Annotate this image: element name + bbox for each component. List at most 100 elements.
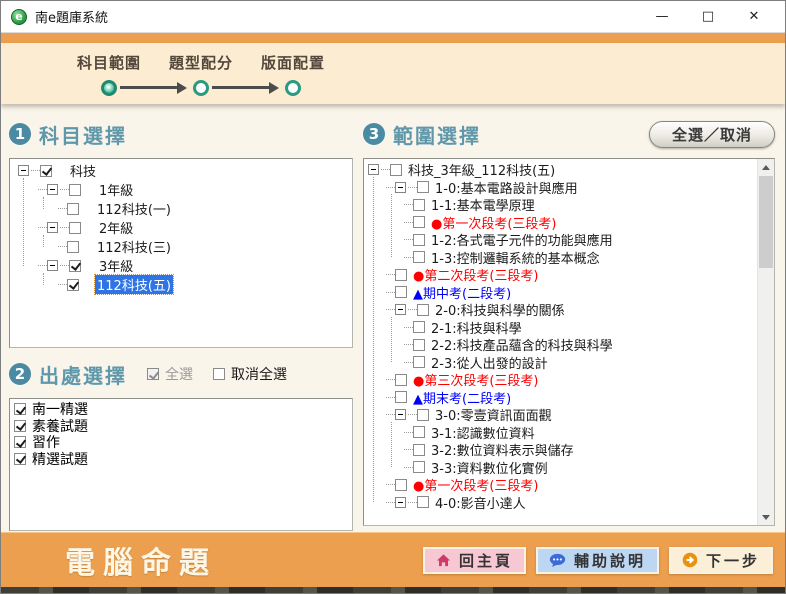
tree-checkbox[interactable]	[395, 479, 407, 491]
source-list-item[interactable]: 素養試題	[14, 418, 348, 435]
source-item-checkbox[interactable]	[14, 403, 26, 415]
tree-item-label[interactable]: ●第二次段考(三段考)	[411, 265, 541, 284]
tree-collapse-icon[interactable]	[395, 497, 406, 508]
deselect-all-checkbox[interactable]: 取消全選	[213, 364, 287, 384]
tree-row[interactable]: 112科技(一)	[10, 199, 352, 218]
subject-tree[interactable]: 科技1年級112科技(一)2年級112科技(三)3年級112科技(五)	[9, 158, 353, 348]
tree-item-label[interactable]: 3-1:認識數位資料	[429, 423, 537, 442]
tree-checkbox[interactable]	[413, 216, 425, 228]
tree-checkbox[interactable]	[69, 222, 81, 234]
tree-row[interactable]: 1-1:基本電學原理	[364, 196, 754, 214]
tree-checkbox[interactable]	[67, 241, 79, 253]
tree-checkbox[interactable]	[413, 199, 425, 211]
tree-item-label[interactable]: 2-2:科技產品蘊含的科技與科學	[429, 335, 615, 354]
tree-item-label[interactable]: ●第一次段考(三段考)	[411, 475, 541, 494]
tree-checkbox[interactable]	[395, 269, 407, 281]
tree-item-label[interactable]: 1-1:基本電學原理	[429, 195, 537, 214]
tree-checkbox[interactable]	[395, 391, 407, 403]
tree-checkbox[interactable]	[69, 260, 81, 272]
tree-collapse-icon[interactable]	[395, 182, 406, 193]
tree-collapse-icon[interactable]	[395, 304, 406, 315]
tree-item-label[interactable]: 1-0:基本電路設計與應用	[433, 178, 580, 197]
source-list[interactable]: 南一精選素養試題習作精選試題	[9, 398, 353, 531]
tree-item-label[interactable]: 112科技(五)	[95, 275, 173, 294]
tree-checkbox[interactable]	[390, 164, 402, 176]
tree-item-label[interactable]: 3-2:數位資料表示與儲存	[429, 440, 576, 459]
scrollbar-thumb[interactable]	[759, 176, 773, 268]
tree-row[interactable]: 3-0:零壹資訊面面觀	[364, 406, 754, 424]
scrollbar-down-icon[interactable]	[758, 509, 774, 525]
tree-checkbox[interactable]	[413, 321, 425, 333]
tree-row[interactable]: 1-0:基本電路設計與應用	[364, 179, 754, 197]
tree-checkbox[interactable]	[413, 426, 425, 438]
tree-collapse-icon[interactable]	[18, 165, 29, 176]
deselect-all-checkbox-icon[interactable]	[213, 368, 225, 380]
tree-checkbox[interactable]	[413, 444, 425, 456]
tree-row[interactable]: ▲期末考(二段考)	[364, 389, 754, 407]
home-button[interactable]: 回主頁	[423, 547, 526, 574]
tree-item-label[interactable]: 2-3:從人出發的設計	[429, 353, 550, 372]
tree-checkbox[interactable]	[417, 181, 429, 193]
tree-item-label[interactable]: ●第三次段考(三段考)	[411, 370, 541, 389]
minimize-button[interactable]: —	[647, 5, 677, 29]
toggle-all-button[interactable]: 全選／取消	[649, 121, 775, 148]
tree-row[interactable]: 科技_3年級_112科技(五)	[364, 161, 754, 179]
tree-row[interactable]: 科技	[10, 161, 352, 180]
tree-checkbox[interactable]	[413, 251, 425, 263]
range-tree[interactable]: 科技_3年級_112科技(五)1-0:基本電路設計與應用1-1:基本電學原理●第…	[364, 161, 754, 525]
tree-row[interactable]: 3-2:數位資料表示與儲存	[364, 441, 754, 459]
tree-item-label[interactable]: 1-2:各式電子元件的功能與應用	[429, 230, 615, 249]
close-button[interactable]: ✕	[739, 5, 769, 29]
tree-row[interactable]: 3-3:資料數位化實例	[364, 459, 754, 477]
tree-row[interactable]: 3-1:認識數位資料	[364, 424, 754, 442]
tree-collapse-icon[interactable]	[368, 164, 379, 175]
tree-row[interactable]: 2-2:科技產品蘊含的科技與科學	[364, 336, 754, 354]
tree-item-label[interactable]: 科技	[68, 161, 98, 180]
tree-checkbox[interactable]	[413, 234, 425, 246]
tree-collapse-icon[interactable]	[47, 184, 58, 195]
select-all-checkbox-icon[interactable]	[147, 368, 159, 380]
tree-item-label[interactable]: 2年級	[97, 218, 135, 237]
tree-item-label[interactable]: 科技_3年級_112科技(五)	[406, 160, 557, 179]
tree-checkbox[interactable]	[413, 339, 425, 351]
source-list-item[interactable]: 精選試題	[14, 451, 348, 468]
tree-row[interactable]: ●第一次段考(三段考)	[364, 214, 754, 232]
source-item-checkbox[interactable]	[14, 453, 26, 465]
tree-checkbox[interactable]	[67, 203, 79, 215]
source-item-checkbox[interactable]	[14, 436, 26, 448]
tree-item-label[interactable]: 3-3:資料數位化實例	[429, 458, 550, 477]
tree-row[interactable]: 4-0:影音小達人	[364, 494, 754, 512]
tree-checkbox[interactable]	[40, 165, 52, 177]
tree-checkbox[interactable]	[67, 279, 79, 291]
tree-checkbox[interactable]	[417, 304, 429, 316]
next-step-button[interactable]: 下一步	[669, 547, 773, 574]
tree-item-label[interactable]: 2-0:科技與科學的關係	[433, 300, 567, 319]
tree-item-label[interactable]: 3-0:零壹資訊面面觀	[433, 405, 554, 424]
tree-item-label[interactable]: 1-3:控制邏輯系統的基本概念	[429, 248, 602, 267]
tree-row[interactable]: ▲期中考(二段考)	[364, 284, 754, 302]
tree-row[interactable]: 112科技(三)	[10, 237, 352, 256]
tree-checkbox[interactable]	[417, 409, 429, 421]
tree-checkbox[interactable]	[417, 496, 429, 508]
select-all-checkbox[interactable]: 全選	[147, 364, 193, 384]
tree-row[interactable]: 1年級	[10, 180, 352, 199]
tree-row[interactable]: 1-3:控制邏輯系統的基本概念	[364, 249, 754, 267]
tree-row[interactable]: 2-3:從人出發的設計	[364, 354, 754, 372]
tree-item-label[interactable]: ▲期末考(二段考)	[411, 388, 513, 407]
tree-row[interactable]: ●第二次段考(三段考)	[364, 266, 754, 284]
tree-item-label[interactable]: 112科技(一)	[95, 199, 173, 218]
tree-checkbox[interactable]	[413, 461, 425, 473]
tree-checkbox[interactable]	[395, 374, 407, 386]
tree-collapse-icon[interactable]	[47, 222, 58, 233]
tree-item-label[interactable]: 1年級	[97, 180, 135, 199]
tree-row[interactable]: 3年級	[10, 256, 352, 275]
tree-item-label[interactable]: 2-1:科技與科學	[429, 318, 524, 337]
tree-checkbox[interactable]	[395, 286, 407, 298]
tree-row[interactable]: 1-2:各式電子元件的功能與應用	[364, 231, 754, 249]
tree-row[interactable]: ●第三次段考(三段考)	[364, 371, 754, 389]
tree-collapse-icon[interactable]	[395, 409, 406, 420]
tree-checkbox[interactable]	[413, 356, 425, 368]
tree-checkbox[interactable]	[69, 184, 81, 196]
tree-row[interactable]: 2年級	[10, 218, 352, 237]
tree-item-label[interactable]: 4-0:影音小達人	[433, 493, 528, 512]
